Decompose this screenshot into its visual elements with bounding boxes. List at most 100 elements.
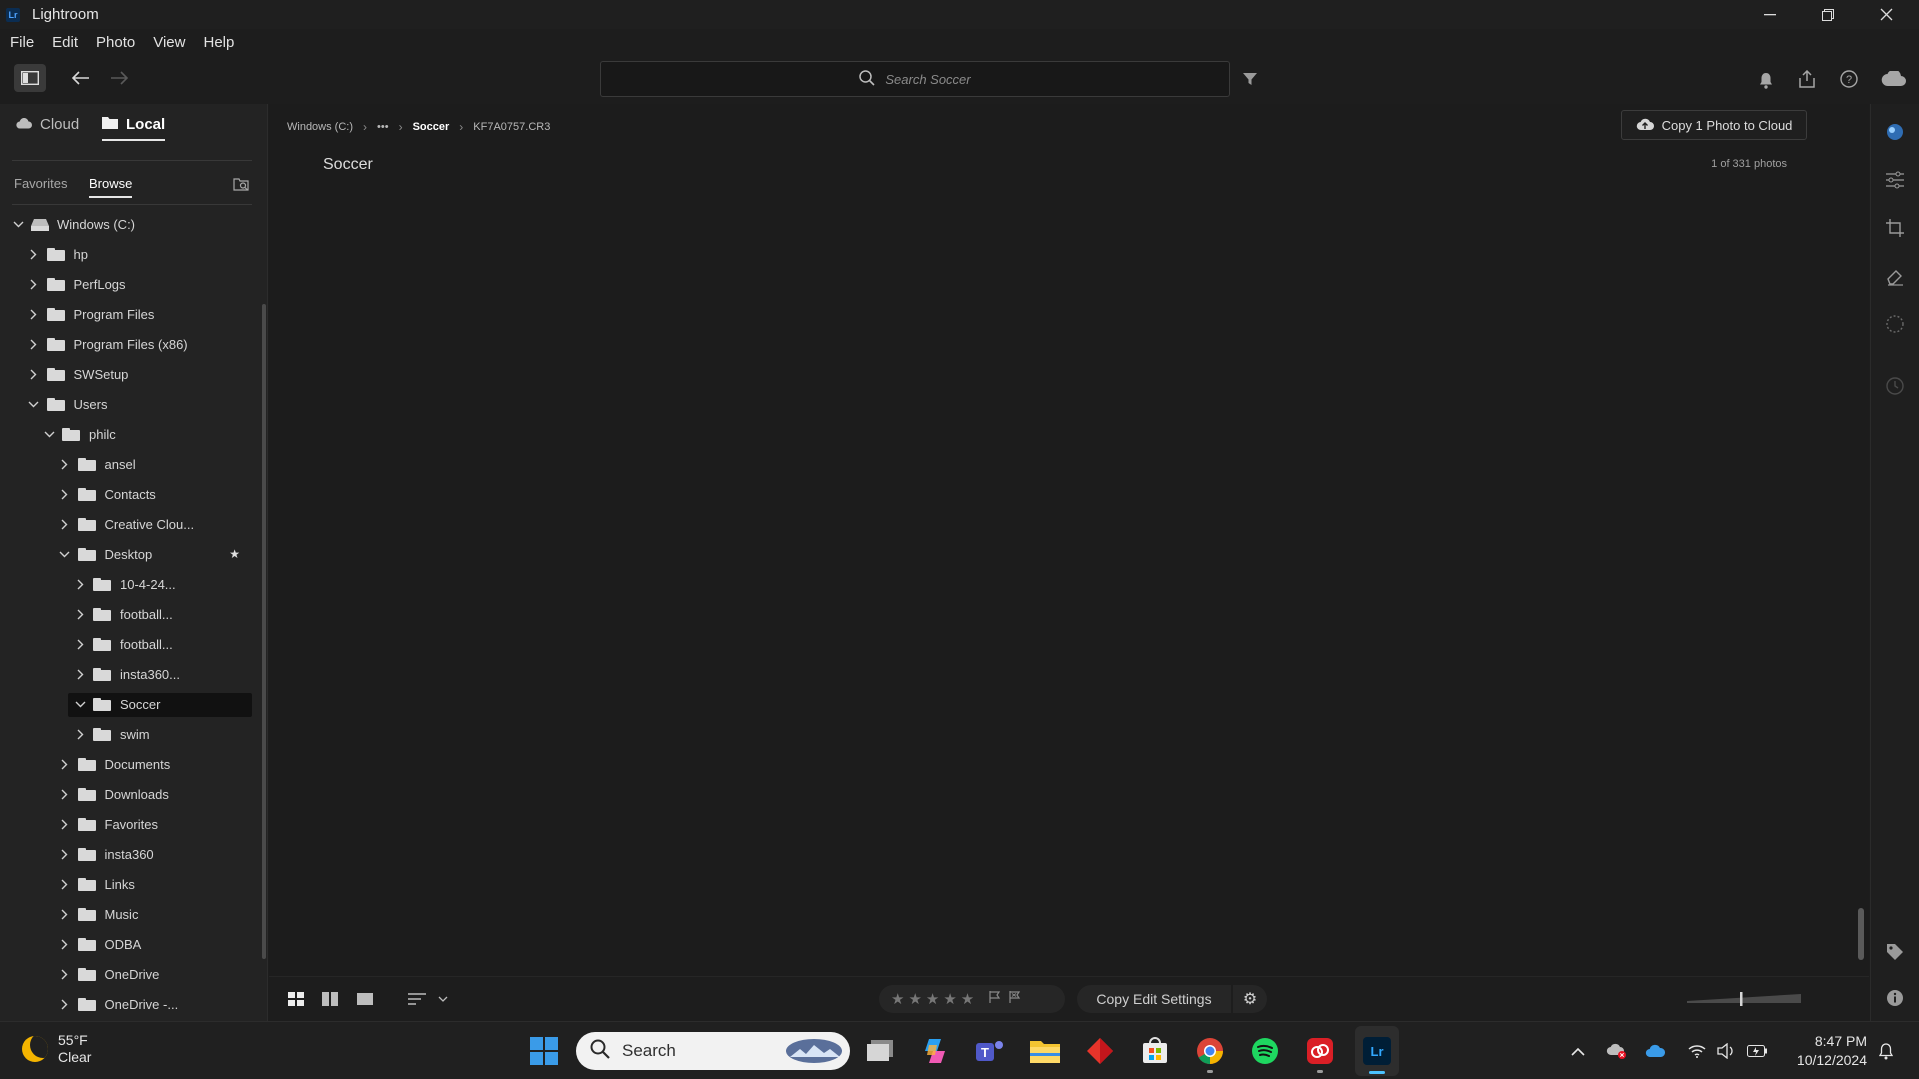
chevron-right-icon[interactable] (58, 517, 72, 531)
chevron-down-icon[interactable] (436, 991, 450, 1007)
add-folder-icon[interactable] (232, 176, 250, 192)
battery-icon[interactable] (1746, 1040, 1768, 1062)
cloud-error-icon[interactable] (1606, 1040, 1628, 1062)
tree-item[interactable]: insta360 (0, 839, 262, 869)
tree-item[interactable]: OneDrive (0, 959, 262, 989)
chevron-right-icon[interactable] (73, 607, 87, 621)
tree-item[interactable]: Creative Clou... (0, 509, 262, 539)
creative-cloud-icon[interactable] (1304, 1035, 1336, 1073)
chevron-right-icon[interactable] (58, 757, 72, 771)
minimize-button[interactable] (1741, 0, 1799, 29)
subtab-browse[interactable]: Browse (89, 176, 133, 198)
chevron-down-icon[interactable] (73, 697, 87, 711)
forward-arrow-icon[interactable] (108, 68, 130, 88)
tree-item[interactable]: Contacts (0, 479, 262, 509)
weather-widget[interactable]: 55°F Clear (22, 1032, 91, 1066)
menu-help[interactable]: Help (203, 34, 234, 51)
lightroom-taskbar-icon[interactable]: Lr (1355, 1026, 1399, 1076)
healing-eraser-icon[interactable] (1883, 264, 1907, 288)
edit-presets-icon[interactable] (1883, 120, 1907, 144)
microsoft-store-icon[interactable] (1139, 1035, 1171, 1067)
thumbnail-size-slider[interactable] (1685, 991, 1803, 1007)
menu-edit[interactable]: Edit (52, 34, 78, 51)
main-scrollbar[interactable] (1858, 908, 1864, 960)
filter-icon[interactable] (1240, 70, 1260, 88)
restore-button[interactable] (1799, 0, 1857, 29)
square-grid-view-icon[interactable] (321, 991, 339, 1007)
chevron-right-icon[interactable] (58, 787, 72, 801)
rating-filter[interactable]: ★★★★★ (879, 985, 1065, 1013)
chrome-icon[interactable] (1194, 1035, 1226, 1073)
search-input[interactable]: Search Soccer (600, 61, 1230, 97)
tree-item[interactable]: Documents (0, 749, 262, 779)
copilot-icon[interactable] (919, 1035, 951, 1067)
chevron-right-icon[interactable] (58, 877, 72, 891)
spotify-icon[interactable] (1249, 1035, 1281, 1067)
tree-item-selected[interactable]: Soccer (0, 689, 262, 719)
keyword-tag-icon[interactable] (1883, 940, 1907, 964)
chevron-right-icon[interactable] (27, 307, 41, 321)
chevron-right-icon[interactable] (58, 487, 72, 501)
chevron-right-icon[interactable] (58, 457, 72, 471)
chevron-right-icon[interactable] (73, 637, 87, 651)
app-red-diamond-icon[interactable] (1084, 1035, 1116, 1067)
chevron-right-icon[interactable] (73, 727, 87, 741)
teams-icon[interactable]: T (974, 1035, 1006, 1067)
detail-view-icon[interactable] (356, 991, 374, 1007)
tree-item[interactable]: 10-4-24... (0, 569, 262, 599)
tab-local[interactable]: Local (102, 116, 166, 141)
tree-item[interactable]: Program Files (x86) (0, 329, 262, 359)
favorite-star-icon[interactable]: ★ (229, 547, 240, 561)
tree-item[interactable]: SWSetup (0, 359, 262, 389)
chevron-right-icon[interactable] (27, 277, 41, 291)
tree-item[interactable]: philc (0, 419, 262, 449)
chevron-down-icon[interactable] (11, 217, 25, 231)
chevron-down-icon[interactable] (42, 427, 56, 441)
onedrive-icon[interactable] (1645, 1040, 1667, 1062)
tree-item[interactable]: Program Files (0, 299, 262, 329)
chevron-right-icon[interactable] (58, 817, 72, 831)
tree-item[interactable]: football... (0, 629, 262, 659)
panel-toggle-icon[interactable] (14, 64, 46, 92)
crop-icon[interactable] (1883, 216, 1907, 240)
star-rating[interactable]: ★★★★★ (891, 990, 978, 1008)
sort-icon[interactable] (406, 991, 428, 1007)
chevron-right-icon[interactable] (27, 337, 41, 351)
tree-item[interactable]: insta360... (0, 659, 262, 689)
chevron-right-icon[interactable] (58, 937, 72, 951)
chevron-up-icon[interactable] (1567, 1040, 1589, 1062)
file-explorer-icon[interactable] (1029, 1035, 1061, 1067)
gear-icon[interactable]: ⚙ (1233, 985, 1267, 1013)
chevron-right-icon[interactable] (58, 967, 72, 981)
grid-view-icon[interactable] (287, 991, 305, 1007)
tree-item[interactable]: football... (0, 599, 262, 629)
chevron-right-icon[interactable] (58, 847, 72, 861)
chevron-right-icon[interactable] (58, 907, 72, 921)
chevron-right-icon[interactable] (27, 247, 41, 261)
edit-sliders-icon[interactable] (1883, 168, 1907, 192)
close-button[interactable] (1857, 0, 1915, 29)
notification-bell-icon[interactable] (1755, 70, 1777, 90)
volume-icon[interactable] (1715, 1040, 1737, 1062)
tree-item[interactable]: ansel (0, 449, 262, 479)
breadcrumb-ellipsis[interactable]: ••• (377, 121, 389, 133)
chevron-right-icon[interactable] (27, 367, 41, 381)
chevron-right-icon[interactable] (73, 667, 87, 681)
wifi-icon[interactable] (1686, 1040, 1708, 1062)
windows-start-icon[interactable] (528, 1035, 560, 1067)
tree-item[interactable]: Windows (C:) (0, 209, 262, 239)
breadcrumb-folder[interactable]: Soccer (413, 121, 450, 133)
tree-item[interactable]: Desktop ★ (0, 539, 262, 569)
chevron-down-icon[interactable] (58, 547, 72, 561)
tree-item[interactable]: Favorites (0, 809, 262, 839)
subtab-favorites[interactable]: Favorites (14, 176, 67, 191)
chevron-right-icon[interactable] (73, 577, 87, 591)
chevron-down-icon[interactable] (27, 397, 41, 411)
tree-item[interactable]: Links (0, 869, 262, 899)
cloud-status-icon[interactable] (1880, 68, 1908, 90)
flag-pick-icon[interactable] (988, 990, 1002, 1008)
copy-to-cloud-button[interactable]: Copy 1 Photo to Cloud (1621, 110, 1807, 140)
help-icon[interactable]: ? (1838, 68, 1860, 90)
copy-edit-settings-button[interactable]: Copy Edit Settings (1077, 985, 1231, 1013)
chevron-right-icon[interactable] (58, 997, 72, 1011)
